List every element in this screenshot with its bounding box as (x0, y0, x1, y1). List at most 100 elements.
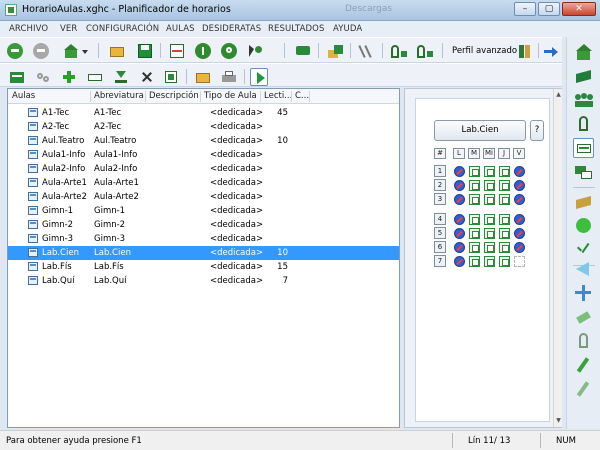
scroll-up-icon[interactable]: ▲ (554, 90, 563, 100)
blocked-slot-icon[interactable] (454, 228, 465, 239)
table-row[interactable]: Aula2-Info Aula2-Info <dedicada> (8, 162, 399, 176)
column-divider[interactable] (309, 91, 310, 102)
link-icon[interactable] (34, 68, 52, 86)
free-slot-icon[interactable] (484, 242, 495, 253)
period-label[interactable]: 6 (434, 241, 446, 253)
table-row[interactable]: A2-Tec A2-Tec <dedicada> (8, 120, 399, 134)
help-question-button[interactable]: ? (530, 120, 544, 141)
check-icon[interactable] (573, 240, 594, 260)
rename-icon[interactable] (86, 68, 104, 86)
free-slot-icon[interactable] (484, 214, 495, 225)
free-slot-icon[interactable] (499, 166, 510, 177)
schedule-edit-icon[interactable] (168, 42, 186, 60)
period-label[interactable]: 2 (434, 179, 446, 191)
blocked-slot-icon[interactable] (514, 228, 525, 239)
day-header[interactable]: V (513, 148, 525, 159)
free-slot-icon[interactable] (499, 242, 510, 253)
vertical-scrollbar[interactable]: ▲ ▼ (553, 89, 562, 427)
free-slot-icon[interactable] (469, 194, 480, 205)
eraser-icon[interactable] (573, 307, 594, 327)
table-row[interactable]: A1-Tec A1-Tec <dedicada> 45 (8, 106, 399, 120)
period-label[interactable]: 4 (434, 213, 446, 225)
table-row[interactable]: Aul.Teatro Aul.Teatro <dedicada> 10 (8, 134, 399, 148)
column-divider[interactable] (260, 91, 261, 102)
menu-archivo[interactable]: ARCHIVO (9, 24, 48, 34)
day-header[interactable]: L (453, 148, 465, 159)
blocked-slot-icon[interactable] (514, 194, 525, 205)
open-folder-icon[interactable] (194, 68, 212, 86)
free-slot-icon[interactable] (499, 180, 510, 191)
close-button[interactable]: ✕ (562, 2, 596, 16)
menu-resultados[interactable]: RESULTADOS (268, 24, 324, 34)
profile-label[interactable]: Perfil avanzado (452, 46, 517, 56)
free-slot-icon[interactable] (484, 228, 495, 239)
column-divider[interactable] (145, 91, 146, 102)
home-icon[interactable] (62, 42, 80, 60)
free-slot-icon[interactable] (499, 194, 510, 205)
context-help-icon[interactable] (246, 42, 264, 60)
table-row[interactable]: Aula-Arte2 Aula-Arte2 <dedicada> (8, 190, 399, 204)
blocked-slot-icon[interactable] (454, 214, 465, 225)
help-icon[interactable] (220, 42, 238, 60)
column-header-lectivas[interactable]: Lecti... (264, 91, 292, 101)
day-header[interactable]: J (498, 148, 510, 159)
day-header[interactable]: Mi (483, 148, 495, 159)
room-list-icon[interactable] (8, 68, 26, 86)
free-slot-icon[interactable] (484, 194, 495, 205)
period-label[interactable]: 5 (434, 227, 446, 239)
rooms-list[interactable]: Aulas Abreviatura Descripción Tipo de Au… (7, 88, 400, 428)
move-icon[interactable] (573, 283, 594, 303)
tools-icon[interactable] (358, 42, 376, 60)
free-slot-icon[interactable] (469, 242, 480, 253)
windows-icon[interactable] (573, 162, 594, 182)
forward-icon[interactable] (32, 42, 50, 60)
blocked-slot-icon[interactable] (454, 256, 465, 267)
add-group-icon[interactable] (414, 42, 436, 60)
column-header-c[interactable]: C... (295, 91, 309, 101)
add-icon[interactable] (60, 68, 78, 86)
day-header[interactable]: M (468, 148, 480, 159)
menu-ver[interactable]: VER (60, 24, 77, 34)
free-slot-icon[interactable] (499, 228, 510, 239)
table-row[interactable]: Lab.Quí Lab.Quí <dedicada> 7 (8, 274, 399, 288)
blocked-slot-icon[interactable] (514, 180, 525, 191)
menu-ayuda[interactable]: AYUDA (333, 24, 362, 34)
teachers-icon[interactable] (573, 114, 594, 134)
blocked-slot-icon[interactable] (514, 242, 525, 253)
blocked-slot-icon[interactable] (454, 166, 465, 177)
download-icon[interactable] (112, 68, 130, 86)
smiley-icon[interactable] (573, 216, 594, 236)
books-icon[interactable] (516, 42, 534, 60)
column-header-abreviatura[interactable]: Abreviatura (94, 91, 144, 101)
table-row[interactable]: Lab.Fís Lab.Fís <dedicada> 15 (8, 260, 399, 274)
room-button[interactable]: Lab.Cien (434, 120, 526, 141)
table-row[interactable]: Gimn-3 Gimn-3 <dedicada> (8, 232, 399, 246)
room-assign-icon[interactable] (326, 42, 344, 60)
blocked-slot-icon[interactable] (454, 194, 465, 205)
pencil-icon[interactable] (573, 355, 594, 375)
subjects-icon[interactable] (573, 66, 594, 86)
period-label[interactable]: 3 (434, 193, 446, 205)
free-slot-icon[interactable] (499, 256, 510, 267)
free-slot-icon[interactable] (499, 214, 510, 225)
column-header-aulas[interactable]: Aulas (12, 91, 35, 101)
period-label[interactable]: 1 (434, 165, 446, 177)
blocked-slot-icon[interactable] (514, 214, 525, 225)
add-teacher-icon[interactable] (388, 42, 410, 60)
blocked-slot-icon[interactable] (454, 242, 465, 253)
free-slot-icon[interactable] (469, 180, 480, 191)
table-row[interactable]: Gimn-2 Gimn-2 <dedicada> (8, 218, 399, 232)
maximize-button[interactable]: ▢ (538, 2, 560, 16)
table-row[interactable]: Aula-Arte1 Aula-Arte1 <dedicada> (8, 176, 399, 190)
period-label[interactable]: 7 (434, 255, 446, 267)
scroll-down-icon[interactable]: ▼ (554, 416, 563, 426)
free-slot-icon[interactable] (469, 256, 480, 267)
empty-slot[interactable] (514, 256, 525, 267)
export-icon[interactable] (542, 42, 560, 60)
groups-icon[interactable] (573, 90, 594, 110)
free-slot-icon[interactable] (484, 166, 495, 177)
table-row[interactable]: Lab.Cien Lab.Cien <dedicada> 10 (8, 246, 399, 260)
info-icon[interactable] (194, 42, 212, 60)
menu-aulas[interactable]: AULAS (166, 24, 195, 34)
properties-icon[interactable] (162, 68, 180, 86)
